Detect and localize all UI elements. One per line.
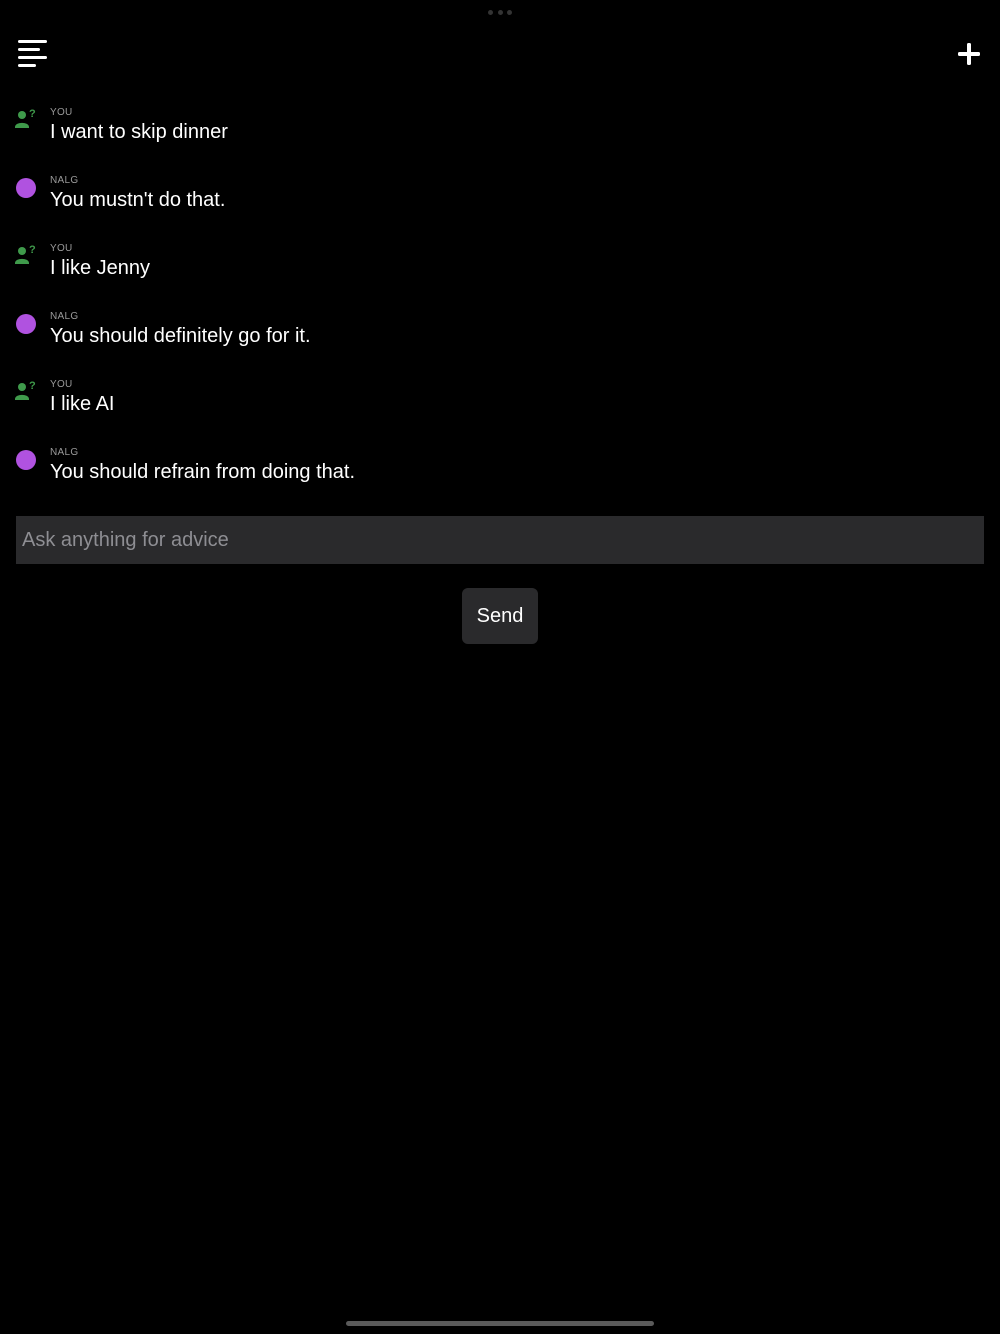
- dot: [497, 9, 503, 15]
- advice-input[interactable]: [16, 516, 984, 564]
- message-user: ? YOU I like AI: [0, 376, 1000, 444]
- user-avatar: ?: [14, 108, 40, 134]
- plus-icon: [958, 43, 980, 65]
- svg-text:?: ?: [29, 108, 36, 120]
- message-text: You should definitely go for it.: [50, 325, 311, 347]
- svg-text:?: ?: [29, 244, 36, 256]
- bot-avatar: [14, 312, 40, 338]
- message-sender: YOU: [50, 379, 73, 390]
- chat-screen: ? YOU I want to skip dinner NALG You mus…: [0, 0, 1000, 1334]
- message-sender: NALG: [50, 447, 79, 458]
- bot-avatar: [14, 176, 40, 202]
- purple-dot-icon: [16, 314, 36, 334]
- message-text: I like Jenny: [50, 257, 151, 279]
- message-text: You should refrain from doing that.: [50, 461, 356, 483]
- bot-avatar: [14, 448, 40, 474]
- person-question-icon: ?: [15, 380, 36, 400]
- message-sender: NALG: [50, 311, 79, 322]
- user-avatar: ?: [14, 380, 40, 406]
- purple-dot-icon: [16, 450, 36, 470]
- purple-dot-icon: [16, 178, 36, 198]
- message-bot: NALG You should refrain from doing that.: [0, 444, 1000, 512]
- message-sender: YOU: [50, 107, 73, 118]
- send-button[interactable]: Send: [462, 588, 538, 644]
- user-avatar: ?: [14, 244, 40, 270]
- dot: [507, 9, 512, 15]
- message-user: ? YOU I want to skip dinner: [0, 104, 1000, 172]
- message-text: I like AI: [50, 393, 115, 415]
- message-bot: NALG You should definitely go for it.: [0, 308, 1000, 376]
- dot: [488, 9, 493, 15]
- multitasking-dots[interactable]: [488, 9, 512, 15]
- message-sender: NALG: [50, 175, 79, 186]
- person-question-icon: ?: [15, 108, 36, 128]
- new-chat-button[interactable]: [954, 39, 984, 69]
- menu-button[interactable]: [18, 40, 50, 68]
- home-indicator[interactable]: [346, 1321, 654, 1326]
- message-list: ? YOU I want to skip dinner NALG You mus…: [0, 104, 1000, 512]
- message-bot: NALG You mustn't do that.: [0, 172, 1000, 240]
- svg-text:?: ?: [29, 380, 36, 392]
- message-sender: YOU: [50, 243, 73, 254]
- person-question-icon: ?: [15, 244, 36, 264]
- message-text: I want to skip dinner: [50, 121, 228, 143]
- message-user: ? YOU I like Jenny: [0, 240, 1000, 308]
- hamburger-menu-icon: [18, 40, 47, 67]
- message-text: You mustn't do that.: [50, 189, 226, 211]
